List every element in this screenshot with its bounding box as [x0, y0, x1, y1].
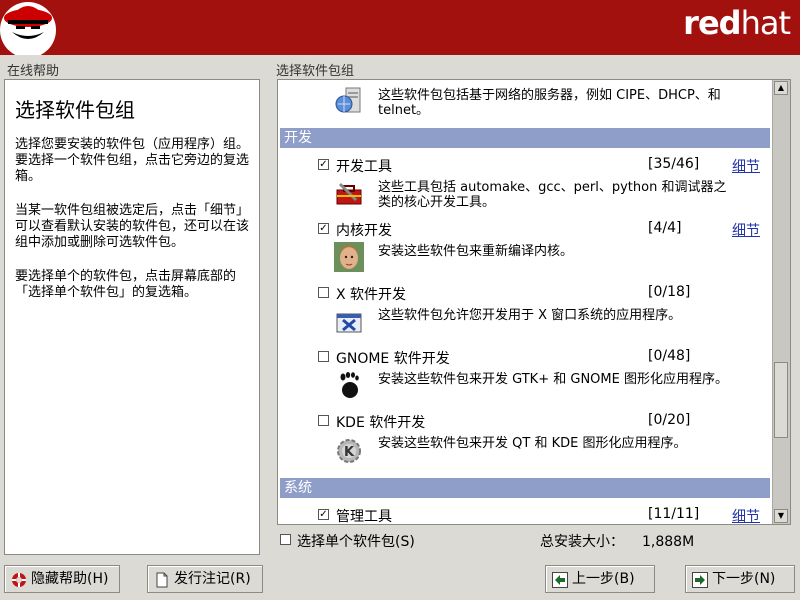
scroll-down-arrow-icon[interactable]: ▼ — [774, 509, 788, 523]
total-size-value: 1,888M — [642, 534, 695, 550]
group-count: [4/4] — [648, 220, 682, 236]
group-name: GNOME 软件开发 — [336, 351, 450, 367]
group-count: [35/46] — [648, 156, 700, 172]
vertical-scrollbar[interactable]: ▲ ▼ — [772, 80, 790, 524]
group-row-gnome-dev: GNOME 软件开发 [0/48] — [318, 348, 766, 367]
total-size-label: 总安装大小： — [540, 534, 624, 550]
svg-text:K: K — [344, 445, 355, 460]
total-install-size: 总安装大小： 1,888M — [540, 531, 694, 551]
back-button[interactable]: 上一步(B) — [545, 565, 655, 593]
group-name: 管理工具 — [336, 509, 392, 525]
group-description: 这些工具包括 automake、gcc、perl、python 和调试器之类的核… — [378, 180, 727, 210]
group-name: KDE 软件开发 — [336, 415, 426, 431]
help-frame-label: 在线帮助 — [7, 64, 60, 79]
scroll-up-arrow-icon[interactable]: ▲ — [774, 81, 788, 95]
document-icon — [156, 572, 168, 588]
next-button[interactable]: 下一步(N) — [685, 565, 795, 593]
arrow-right-icon — [692, 572, 708, 588]
category-header-system: 系统 — [280, 478, 770, 498]
group-name: X 软件开发 — [336, 287, 407, 303]
kde-gear-icon: K — [337, 439, 361, 463]
linus-face-icon — [334, 242, 364, 272]
group-row-admin-tools: ✓ 管理工具 [11/11] 细节 — [318, 506, 766, 524]
group-description: 安装这些软件包来重新编译内核。 — [378, 244, 574, 259]
help-paragraph: 选择您要安装的软件包（应用程序）组。要选择一个软件包组，点击它旁边的复选箱。 — [15, 137, 250, 184]
group-count: [0/20] — [648, 412, 691, 428]
group-row-kde-dev: KDE 软件开发 [0/20] — [318, 412, 766, 431]
details-link[interactable]: 细节 — [732, 220, 760, 240]
package-group-list[interactable]: 这些软件包包括基于网络的服务器，例如 CIPE、DHCP、和 telnet。 开… — [277, 79, 791, 525]
group-checkbox[interactable] — [318, 351, 329, 362]
group-count: [11/11] — [648, 506, 700, 522]
arrow-left-icon — [552, 572, 568, 588]
individual-checkbox[interactable] — [280, 534, 291, 545]
toolbox-icon — [336, 182, 362, 205]
help-paragraph: 要选择单个的软件包，点击屏幕底部的「选择单个软件包」的复选箱。 — [15, 269, 237, 300]
package-frame-label: 选择软件包组 — [276, 64, 355, 79]
group-row-kernel-dev: ✓ 内核开发 [4/4] 细节 — [318, 220, 766, 240]
lifebuoy-icon — [12, 573, 26, 587]
group-checkbox[interactable] — [318, 287, 329, 298]
shadowman-logo — [0, 2, 56, 55]
category-header-development: 开发 — [280, 128, 770, 148]
group-description: 安装这些软件包来开发 GTK+ 和 GNOME 图形化应用程序。 — [378, 372, 728, 387]
gnome-foot-icon — [340, 372, 359, 398]
help-title: 选择软件包组 — [15, 98, 135, 122]
group-checkbox[interactable] — [318, 415, 329, 426]
hide-help-button[interactable]: 隐藏帮助(H) — [4, 565, 120, 593]
group-checkbox[interactable]: ✓ — [318, 159, 329, 170]
details-link[interactable]: 细节 — [732, 156, 760, 176]
scroll-thumb[interactable] — [774, 362, 788, 438]
group-description: 这些软件包允许您开发用于 X 窗口系统的应用程序。 — [378, 308, 682, 323]
group-row-x-dev: X 软件开发 [0/18] — [318, 284, 766, 303]
details-link[interactable]: 细节 — [732, 506, 760, 524]
group-name: 内核开发 — [336, 223, 392, 239]
group-row-dev-tools: ✓ 开发工具 [35/46] 细节 — [318, 156, 766, 176]
group-description: 这些软件包包括基于网络的服务器，例如 CIPE、DHCP、和 telnet。 — [378, 88, 721, 118]
group-count: [0/48] — [648, 348, 691, 364]
group-checkbox[interactable]: ✓ — [318, 509, 329, 520]
release-notes-button[interactable]: 发行注记(R) — [147, 565, 263, 593]
individual-label: 选择单个软件包(S) — [297, 534, 415, 550]
x-window-icon — [336, 313, 362, 333]
group-checkbox[interactable]: ✓ — [318, 223, 329, 234]
help-panel: 选择软件包组 选择您要安装的软件包（应用程序）组。要选择一个软件包组，点击它旁边… — [4, 79, 260, 555]
group-description: 安装这些软件包来开发 QT 和 KDE 图形化应用程序。 — [378, 436, 687, 451]
help-paragraph: 当某一软件包组被选定后，点击「细节」可以查看默认安装的软件包，还可以在该组中添加… — [15, 203, 250, 250]
group-name: 开发工具 — [336, 159, 392, 175]
server-icon — [335, 87, 361, 113]
group-count: [0/18] — [648, 284, 691, 300]
select-individual-packages[interactable]: 选择单个软件包(S) — [280, 531, 415, 551]
redhat-wordmark: redhat — [683, 4, 791, 42]
redhat-banner: redhat — [0, 0, 800, 55]
